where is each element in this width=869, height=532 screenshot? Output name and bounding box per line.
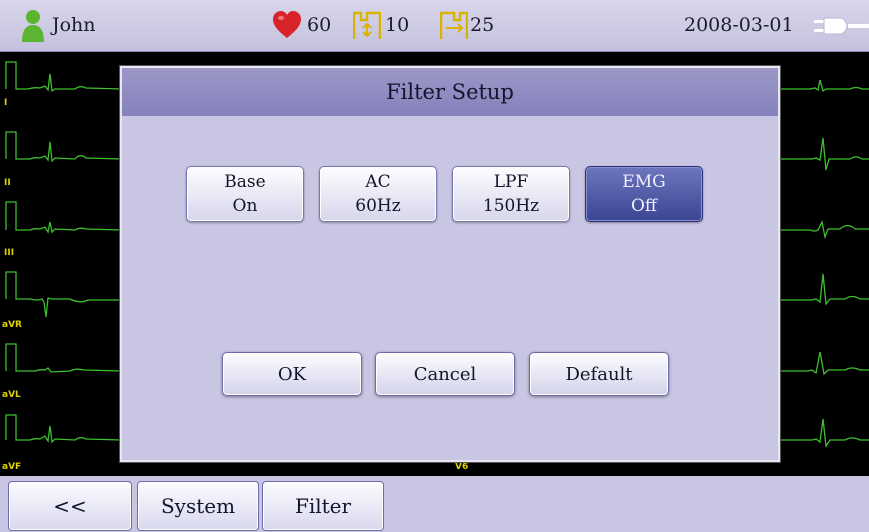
ac-filter-button[interactable]: AC 60Hz <box>319 166 437 222</box>
gain-icon <box>440 11 468 39</box>
base-filter-button[interactable]: Base On <box>186 166 304 222</box>
ac-filter-value: 60Hz <box>355 196 401 216</box>
default-button[interactable]: Default <box>529 352 669 396</box>
heart-rate-value: 60 <box>307 14 332 36</box>
lpf-filter-value: 150Hz <box>482 196 540 216</box>
lead-label-ii: II <box>4 178 11 188</box>
base-filter-name: Base <box>224 172 266 192</box>
base-filter-value: On <box>232 196 258 216</box>
date-display: 2008-03-01 <box>684 14 794 36</box>
emg-filter-value: Off <box>630 196 657 216</box>
cancel-button[interactable]: Cancel <box>375 352 515 396</box>
lead-label-i: I <box>4 98 8 108</box>
gain-value: 25 <box>470 14 495 36</box>
power-plug-icon <box>814 17 869 35</box>
lead-label-v6: V6 <box>455 462 469 472</box>
speed-icon <box>353 11 381 39</box>
ac-filter-name: AC <box>365 172 391 192</box>
speed-value: 10 <box>385 14 410 36</box>
patient-icon <box>22 10 44 42</box>
filter-button[interactable]: Filter <box>262 481 384 531</box>
bottom-nav-bar: << System Filter <box>0 476 869 532</box>
lpf-filter-name: LPF <box>493 172 529 192</box>
patient-name: John <box>52 14 96 36</box>
status-bar: John 60 10 25 2008-03-01 <box>0 0 869 52</box>
lpf-filter-button[interactable]: LPF 150Hz <box>452 166 570 222</box>
ok-button[interactable]: OK <box>222 352 362 396</box>
heart-icon <box>273 11 301 38</box>
lead-label-avf: aVF <box>2 462 22 472</box>
emg-filter-button[interactable]: EMG Off <box>585 166 703 222</box>
back-button[interactable]: << <box>8 481 132 531</box>
dialog-title: Filter Setup <box>122 68 778 116</box>
lead-label-iii: III <box>4 248 15 258</box>
system-button[interactable]: System <box>137 481 259 531</box>
emg-filter-name: EMG <box>622 172 666 192</box>
lead-label-avr: aVR <box>2 320 22 330</box>
lead-label-avl: aVL <box>2 390 21 400</box>
filter-setup-dialog: Filter Setup Base On AC 60Hz LPF 150Hz E… <box>120 66 780 462</box>
